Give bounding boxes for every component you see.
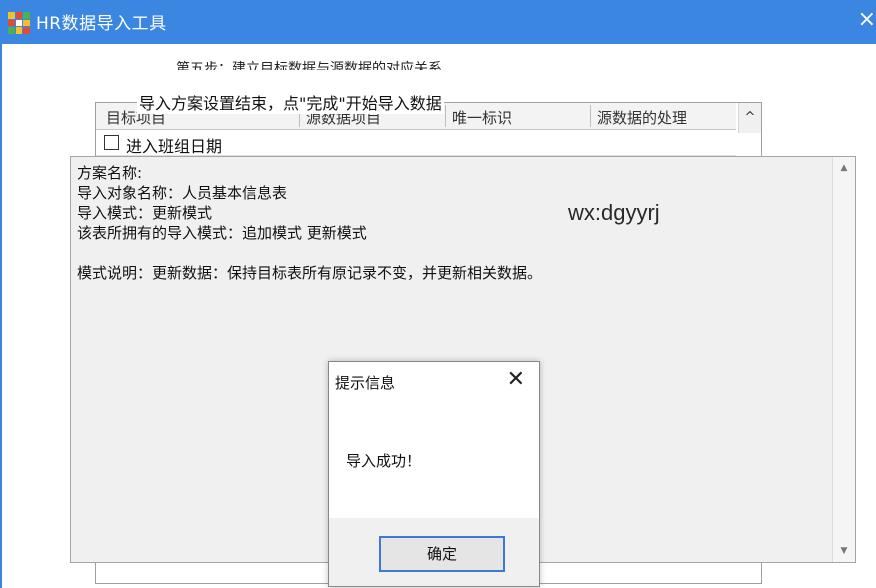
row-label: 进入班组日期 (126, 137, 223, 156)
table-row[interactable]: 进入班组日期 (96, 131, 736, 156)
info-line-scheme-name: 方案名称: (77, 164, 143, 182)
app-grid-icon (8, 12, 30, 34)
window-title: HR数据导入工具 (36, 14, 167, 34)
info-line-mode-description: 模式说明：更新数据：保持目标表所有原记录不变，并更新相关数据。 (77, 264, 543, 282)
column-header-unique[interactable]: 唯一标识 (452, 107, 512, 128)
column-header-process[interactable]: 源数据的处理 (597, 107, 687, 128)
info-line-available-modes: 该表所拥有的导入模式：追加模式 更新模式 (77, 224, 367, 242)
close-icon[interactable]: ✕ (507, 366, 525, 394)
column-separator (590, 105, 591, 127)
info-line-import-mode: 导入模式：更新模式 (77, 204, 213, 222)
step-title: 第五步：建立目标数据与源数据的对应关系 (176, 61, 442, 70)
info-line-object-name: 导入对象名称：人员基本信息表 (77, 184, 288, 202)
message-dialog: 提示信息 ✕ 导入成功！ 确定 (328, 361, 540, 587)
column-separator (445, 105, 446, 127)
grid-scroll-up-icon[interactable]: ^ (738, 103, 761, 133)
window-titlebar: HR数据导入工具 × (0, 0, 876, 44)
dialog-footer: 确定 (329, 518, 539, 586)
info-line-blank (77, 243, 542, 263)
dialog-title: 提示信息 (335, 374, 396, 392)
scroll-down-icon[interactable]: ▼ (833, 542, 855, 560)
vertical-scrollbar[interactable]: ▲ ▼ (832, 157, 855, 562)
step-subtitle: 导入方案设置结束，点"完成"开始导入数据 (137, 90, 444, 114)
close-icon[interactable]: × (858, 8, 876, 32)
ok-button[interactable]: 确定 (379, 536, 505, 572)
scroll-up-icon[interactable]: ▲ (833, 159, 855, 177)
scheme-info-text: 方案名称: 导入对象名称：人员基本信息表 导入模式：更新模式 该表所拥有的导入模… (77, 163, 542, 283)
row-checkbox[interactable] (104, 135, 119, 150)
watermark-text: wx:dgyyrj (568, 200, 660, 225)
dialog-message: 导入成功！ (346, 452, 422, 470)
